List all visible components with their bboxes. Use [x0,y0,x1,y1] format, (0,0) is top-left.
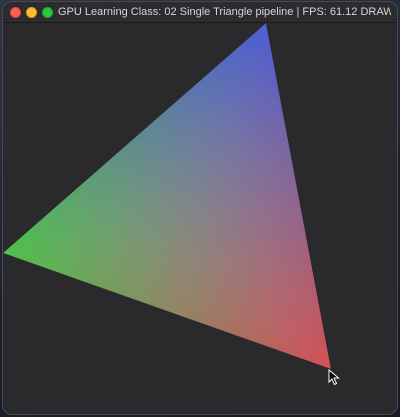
window-titlebar[interactable]: GPU Learning Class: 02 Single Triangle p… [3,2,397,23]
triangle [3,23,331,369]
close-icon[interactable] [10,7,21,18]
cursor-icon [328,369,340,386]
render-viewport[interactable] [3,23,397,414]
minimize-icon[interactable] [26,7,37,18]
window-title: GPU Learning Class: 02 Single Triangle p… [58,6,391,18]
app-window[interactable]: GPU Learning Class: 02 Single Triangle p… [3,2,397,414]
desktop-background: GPU Learning Class: 02 Single Triangle p… [0,0,400,417]
maximize-icon[interactable] [42,7,53,18]
triangle-canvas[interactable] [3,23,397,414]
